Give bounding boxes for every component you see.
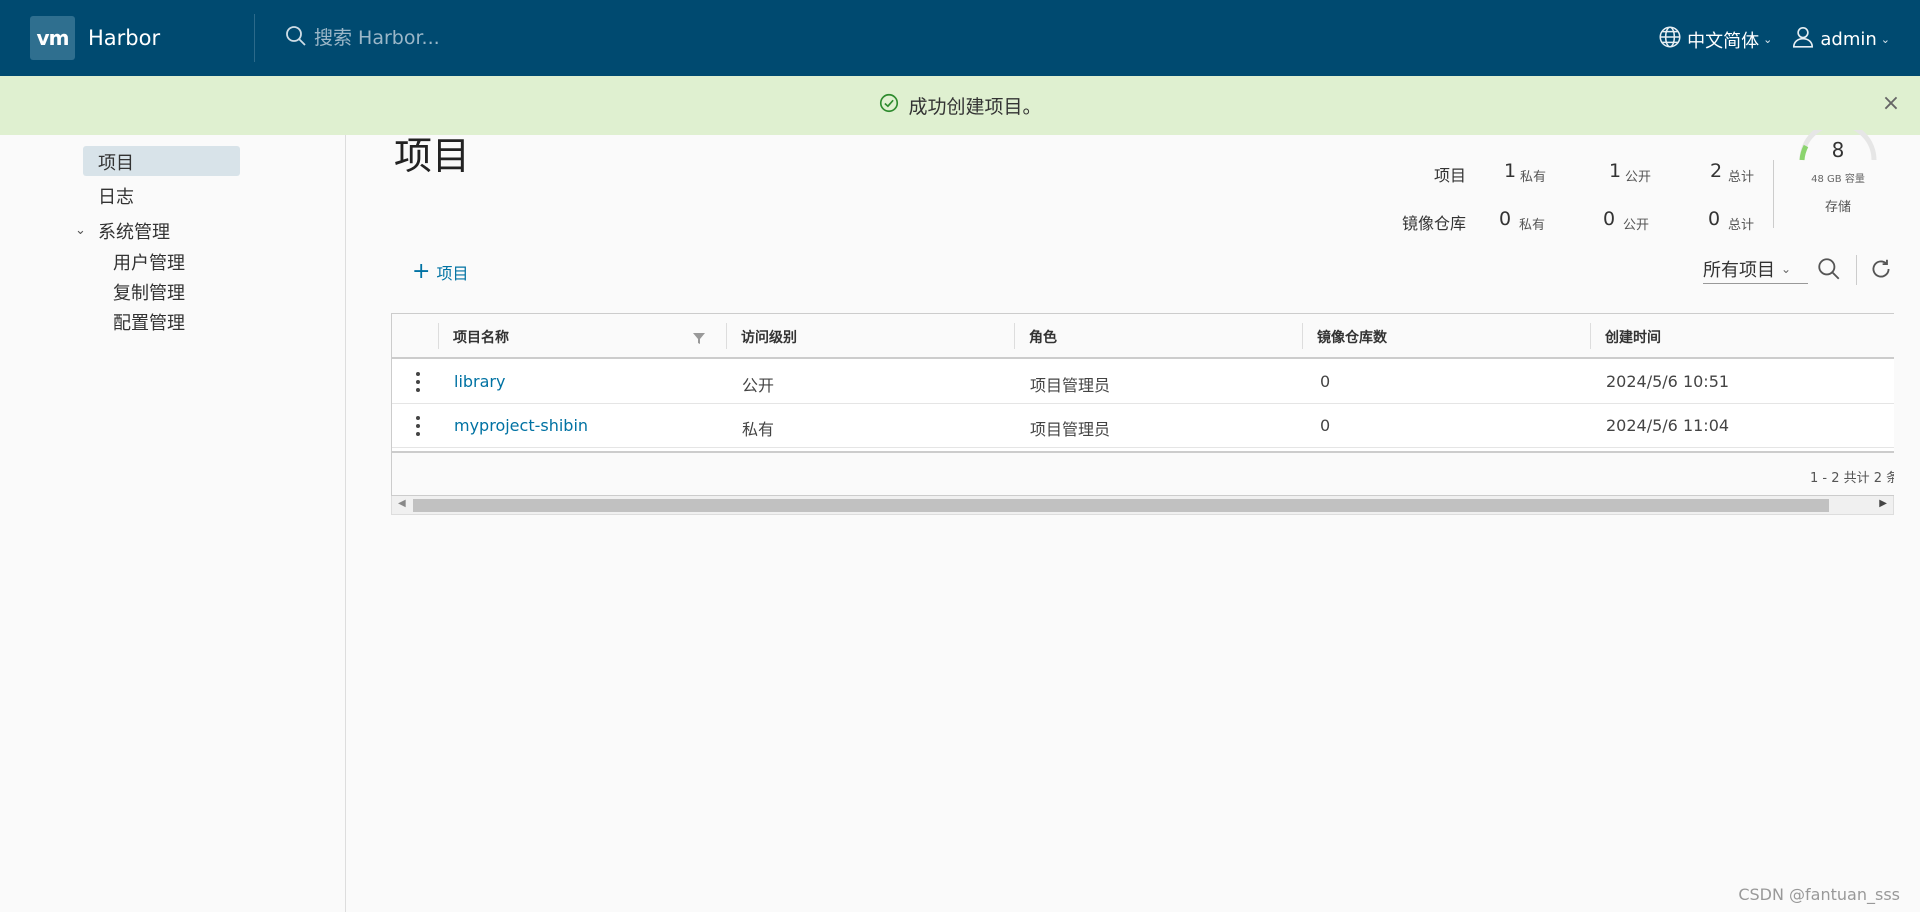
top-header: vm Harbor 中文简体 ⌄ admin ⌄ — [0, 0, 1920, 76]
close-icon[interactable]: × — [1876, 88, 1906, 118]
stat-repos-private: 0 — [1499, 208, 1512, 230]
plus-icon: + — [412, 259, 431, 284]
toolbar-divider — [1856, 255, 1857, 285]
filter-icon[interactable] — [692, 330, 706, 344]
vmware-logo: vm — [30, 16, 75, 60]
sidebar-item-projects[interactable]: 项目 — [83, 146, 240, 176]
stat-public-label: 公开 — [1625, 170, 1652, 185]
page-title: 项目 — [394, 134, 471, 178]
header-divider — [254, 14, 255, 62]
stat-public-label: 公开 — [1623, 218, 1650, 233]
refresh-icon[interactable] — [1868, 256, 1894, 282]
table-footer: 1 - 2 共计 2 条 — [392, 451, 1894, 495]
watermark: CSDN @fantuan_sss — [1738, 885, 1900, 904]
brand-name: Harbor — [88, 26, 161, 50]
scrollbar-thumb[interactable] — [413, 499, 1829, 512]
column-header-created[interactable]: 创建时间 — [1590, 314, 1878, 359]
sidebar-item-configuration[interactable]: 配置管理 — [113, 309, 185, 335]
sidebar: 项目 日志 ⌄ 系统管理 用户管理 复制管理 配置管理 — [0, 135, 346, 912]
brand[interactable]: vm Harbor — [30, 16, 160, 60]
horizontal-scrollbar[interactable]: ◀ ▶ — [391, 496, 1894, 515]
storage-gauge: 8 48 GB 容量 存储 — [1796, 130, 1880, 215]
role: 项目管理员 — [1030, 420, 1111, 439]
project-link[interactable]: myproject-shibin — [454, 416, 588, 435]
user-name: admin — [1820, 29, 1877, 50]
access-level: 私有 — [742, 420, 775, 439]
row-actions-icon[interactable] — [408, 414, 428, 438]
search-icon — [284, 24, 308, 52]
storage-value: 8 — [1831, 138, 1845, 162]
search-icon[interactable] — [1816, 256, 1842, 282]
repo-count: 0 — [1320, 416, 1331, 435]
role: 项目管理员 — [1030, 376, 1111, 395]
stat-projects-total: 2 — [1710, 160, 1723, 182]
sidebar-item-admin[interactable]: 系统管理 — [98, 218, 170, 244]
table-row: library 公开 项目管理员 0 2024/5/6 10:51 — [392, 360, 1894, 404]
stat-total-label: 总计 — [1728, 218, 1755, 233]
chevron-down-icon: ⌄ — [1880, 33, 1890, 46]
project-name: library — [454, 360, 505, 404]
add-project-button[interactable]: + 项目 — [412, 260, 468, 284]
scroll-left-icon[interactable]: ◀ — [398, 498, 406, 509]
projects-table: 项目名称 访问级别 角色 镜像仓库数 创建时间 library 公开 项目管理员… — [391, 313, 1894, 496]
created-time: 2024/5/6 10:51 — [1606, 372, 1730, 391]
stats-divider — [1773, 160, 1774, 228]
user-dropdown[interactable]: admin ⌄ — [1790, 24, 1890, 55]
user-icon — [1790, 24, 1820, 55]
language-dropdown[interactable]: 中文简体 ⌄ — [1657, 24, 1772, 55]
stat-projects-private: 1 — [1504, 160, 1517, 182]
project-name: myproject-shibin — [454, 404, 588, 448]
sidebar-item-replication[interactable]: 复制管理 — [113, 279, 185, 305]
filter-select-value: 所有项目 — [1703, 259, 1775, 281]
search-input[interactable] — [314, 27, 614, 49]
repo-count: 0 — [1320, 372, 1331, 391]
global-search[interactable] — [284, 24, 614, 52]
column-header-access[interactable]: 访问级别 — [726, 314, 1014, 359]
stat-projects-label: 项目 — [1433, 166, 1466, 185]
storage-label: 存储 — [1824, 200, 1851, 215]
project-link[interactable]: library — [454, 372, 505, 391]
column-header-name[interactable]: 项目名称 — [438, 314, 726, 359]
created-time: 2024/5/6 11:04 — [1606, 416, 1730, 435]
header-right: 中文简体 ⌄ admin ⌄ — [1639, 24, 1890, 55]
success-alert: 成功创建项目。 × — [0, 76, 1920, 135]
scroll-right-icon[interactable]: ▶ — [1879, 498, 1887, 509]
table-row: myproject-shibin 私有 项目管理员 0 2024/5/6 11:… — [392, 404, 1894, 448]
language-label: 中文简体 — [1687, 30, 1760, 52]
row-actions-icon[interactable] — [408, 370, 428, 394]
sidebar-item-logs[interactable]: 日志 — [98, 183, 134, 209]
sidebar-item-user-management[interactable]: 用户管理 — [113, 249, 185, 275]
column-header-role[interactable]: 角色 — [1014, 314, 1302, 359]
project-filter-select[interactable]: 所有项目 ⌄ — [1703, 254, 1808, 284]
stat-private-label: 私有 — [1519, 218, 1546, 233]
column-header-repo-count[interactable]: 镜像仓库数 — [1302, 314, 1590, 359]
storage-capacity: 48 GB 容量 — [1811, 174, 1865, 185]
stat-private-label: 私有 — [1520, 170, 1547, 185]
table-header: 项目名称 访问级别 角色 镜像仓库数 创建时间 — [392, 314, 1894, 359]
stat-repos-label: 镜像仓库 — [1401, 214, 1466, 233]
stat-projects-public: 1 — [1609, 160, 1622, 182]
check-circle-icon — [878, 92, 908, 119]
pagination-text: 1 - 2 共计 2 条 — [1810, 471, 1894, 486]
stat-repos-total: 0 — [1708, 208, 1721, 230]
stat-total-label: 总计 — [1728, 170, 1755, 185]
chevron-down-icon: ⌄ — [1781, 261, 1792, 276]
chevron-down-icon[interactable]: ⌄ — [75, 223, 86, 238]
alert-message: 成功创建项目。 — [908, 96, 1042, 118]
globe-icon — [1657, 24, 1687, 55]
chevron-down-icon: ⌄ — [1763, 33, 1773, 46]
add-project-label: 项目 — [436, 264, 469, 283]
stat-repos-public: 0 — [1603, 208, 1616, 230]
access-level: 公开 — [742, 376, 775, 395]
